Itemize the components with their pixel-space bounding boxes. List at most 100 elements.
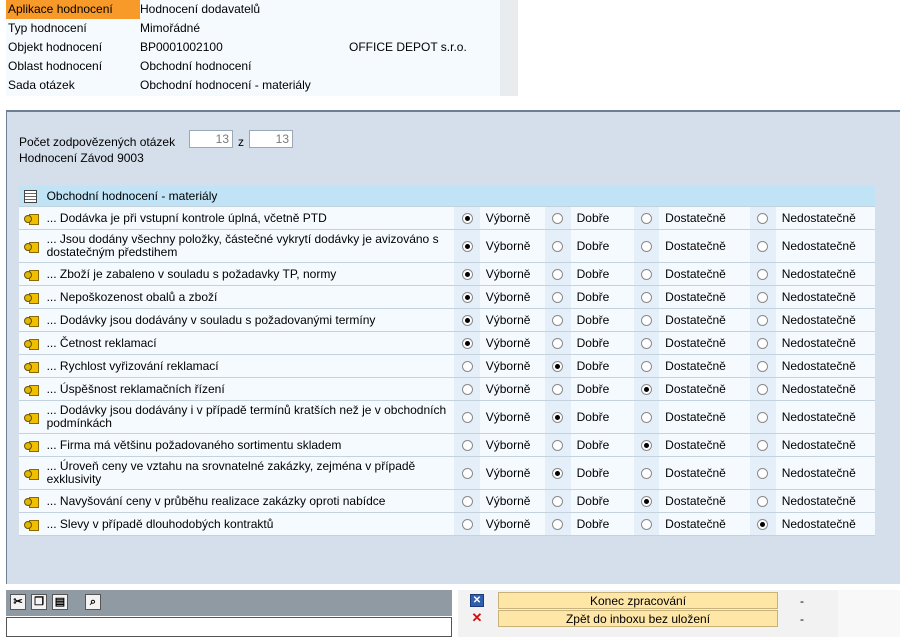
rating-label: Výborně	[479, 512, 546, 536]
rating-label: Dostatečně	[659, 229, 751, 263]
rating-radio[interactable]	[461, 384, 473, 396]
rating-radio[interactable]	[461, 440, 473, 452]
editor-toolbar: ✂ ❐ ▤ ⌕	[6, 590, 452, 616]
rating-radio[interactable]	[552, 338, 564, 350]
rating-radio[interactable]	[757, 519, 769, 531]
rating-radio[interactable]	[640, 338, 652, 350]
rating-radio[interactable]	[461, 361, 473, 373]
question-text: ... Dodávky jsou dodávány v souladu s po…	[42, 308, 455, 332]
rating-radio[interactable]	[640, 315, 652, 327]
question-icon	[24, 468, 40, 481]
question-row: ... Dodávky jsou dodávány v souladu s po…	[19, 308, 875, 332]
header-row-value: Obchodní hodnocení - materiály	[140, 78, 311, 92]
question-row: ... Jsou dodány všechny položky, částečn…	[19, 229, 875, 263]
rating-radio[interactable]	[552, 496, 564, 508]
answered-count-label: Počet zodpovězených otázek	[19, 135, 176, 149]
of-label: z	[238, 135, 244, 149]
rating-radio[interactable]	[461, 241, 473, 253]
copy-icon[interactable]: ❐	[31, 594, 47, 610]
rating-radio[interactable]	[461, 269, 473, 281]
question-text: ... Nepoškozenost obalů a zboží	[42, 285, 455, 309]
rating-radio[interactable]	[640, 468, 652, 480]
header-scrollbar[interactable]	[500, 0, 518, 96]
rating-radio[interactable]	[640, 213, 652, 225]
cancel-red-icon[interactable]: ✕	[458, 610, 496, 628]
rating-label: Výborně	[479, 456, 546, 490]
rating-label: Výborně	[479, 400, 546, 434]
rating-radio[interactable]	[757, 361, 769, 373]
paste-icon[interactable]: ▤	[52, 594, 68, 610]
rating-radio[interactable]	[461, 496, 473, 508]
action-button[interactable]: Konec zpracování	[498, 592, 778, 609]
find-icon[interactable]: ⌕	[85, 594, 101, 610]
rating-radio[interactable]	[552, 440, 564, 452]
question-icon	[24, 412, 40, 425]
rating-radio[interactable]	[552, 468, 564, 480]
rating-radio[interactable]	[640, 292, 652, 304]
question-icon	[24, 292, 40, 305]
rating-radio[interactable]	[640, 519, 652, 531]
rating-radio[interactable]	[552, 361, 564, 373]
rating-label: Dostatečně	[659, 308, 751, 332]
rating-radio[interactable]	[552, 315, 564, 327]
question-icon	[24, 338, 40, 351]
rating-radio[interactable]	[640, 384, 652, 396]
rating-radio[interactable]	[461, 412, 473, 424]
rating-radio[interactable]	[640, 440, 652, 452]
close-blue-icon[interactable]: ✕	[458, 592, 496, 610]
question-row: ... Slevy v případě dlouhodobých kontrak…	[19, 512, 875, 536]
rating-radio[interactable]	[461, 292, 473, 304]
rating-radio[interactable]	[461, 315, 473, 327]
rating-radio[interactable]	[461, 519, 473, 531]
cut-icon[interactable]: ✂	[10, 594, 26, 610]
rating-label: Nedostatečně	[775, 285, 875, 309]
rating-radio[interactable]	[757, 269, 769, 281]
question-row: ... Navyšování ceny v průběhu realizace …	[19, 489, 875, 513]
question-text: ... Slevy v případě dlouhodobých kontrak…	[42, 512, 455, 536]
header-row-value: Obchodní hodnocení	[140, 59, 252, 73]
rating-radio[interactable]	[757, 440, 769, 452]
question-icon	[24, 269, 40, 282]
rating-label: Výborně	[479, 285, 546, 309]
plant-label: Hodnocení Závod 9003	[19, 151, 144, 165]
rating-radio[interactable]	[552, 519, 564, 531]
rating-label: Výborně	[479, 331, 546, 355]
rating-radio[interactable]	[640, 361, 652, 373]
rating-radio[interactable]	[461, 213, 473, 225]
rating-label: Výborně	[479, 377, 546, 401]
rating-radio[interactable]	[461, 468, 473, 480]
rating-radio[interactable]	[552, 213, 564, 225]
rating-label: Nedostatečně	[775, 354, 875, 378]
rating-radio[interactable]	[640, 269, 652, 281]
action-button[interactable]: Zpět do inboxu bez uložení	[498, 610, 778, 627]
rating-radio[interactable]	[757, 338, 769, 350]
rating-radio[interactable]	[757, 241, 769, 253]
rating-radio[interactable]	[757, 496, 769, 508]
rating-radio[interactable]	[757, 468, 769, 480]
rating-label: Nedostatečně	[775, 456, 875, 490]
rating-radio[interactable]	[552, 241, 564, 253]
rating-radio[interactable]	[640, 412, 652, 424]
rating-radio[interactable]	[757, 292, 769, 304]
rating-radio[interactable]	[757, 412, 769, 424]
rating-label: Výborně	[479, 354, 546, 378]
rating-radio[interactable]	[640, 496, 652, 508]
rating-radio[interactable]	[757, 213, 769, 225]
rating-label: Výborně	[479, 206, 546, 230]
table-icon	[24, 190, 38, 204]
rating-radio[interactable]	[757, 315, 769, 327]
rating-radio[interactable]	[461, 338, 473, 350]
rating-radio[interactable]	[552, 292, 564, 304]
questionnaire-panel: Počet zodpovězených otázek 13 z 13 Hodno…	[6, 110, 900, 586]
rating-radio[interactable]	[552, 412, 564, 424]
rating-radio[interactable]	[640, 241, 652, 253]
question-row: ... Dodávka je při vstupní kontrole úpln…	[19, 206, 875, 230]
rating-radio[interactable]	[552, 384, 564, 396]
total-count-field[interactable]: 13	[249, 130, 293, 148]
rating-label: Nedostatečně	[775, 433, 875, 457]
action-panel: ✕ Konec zpracování - ✕ Zpět do inboxu bez ul…	[458, 590, 838, 637]
note-editor[interactable]	[6, 617, 452, 637]
answered-count-field[interactable]: 13	[189, 130, 233, 148]
rating-radio[interactable]	[757, 384, 769, 396]
rating-radio[interactable]	[552, 269, 564, 281]
